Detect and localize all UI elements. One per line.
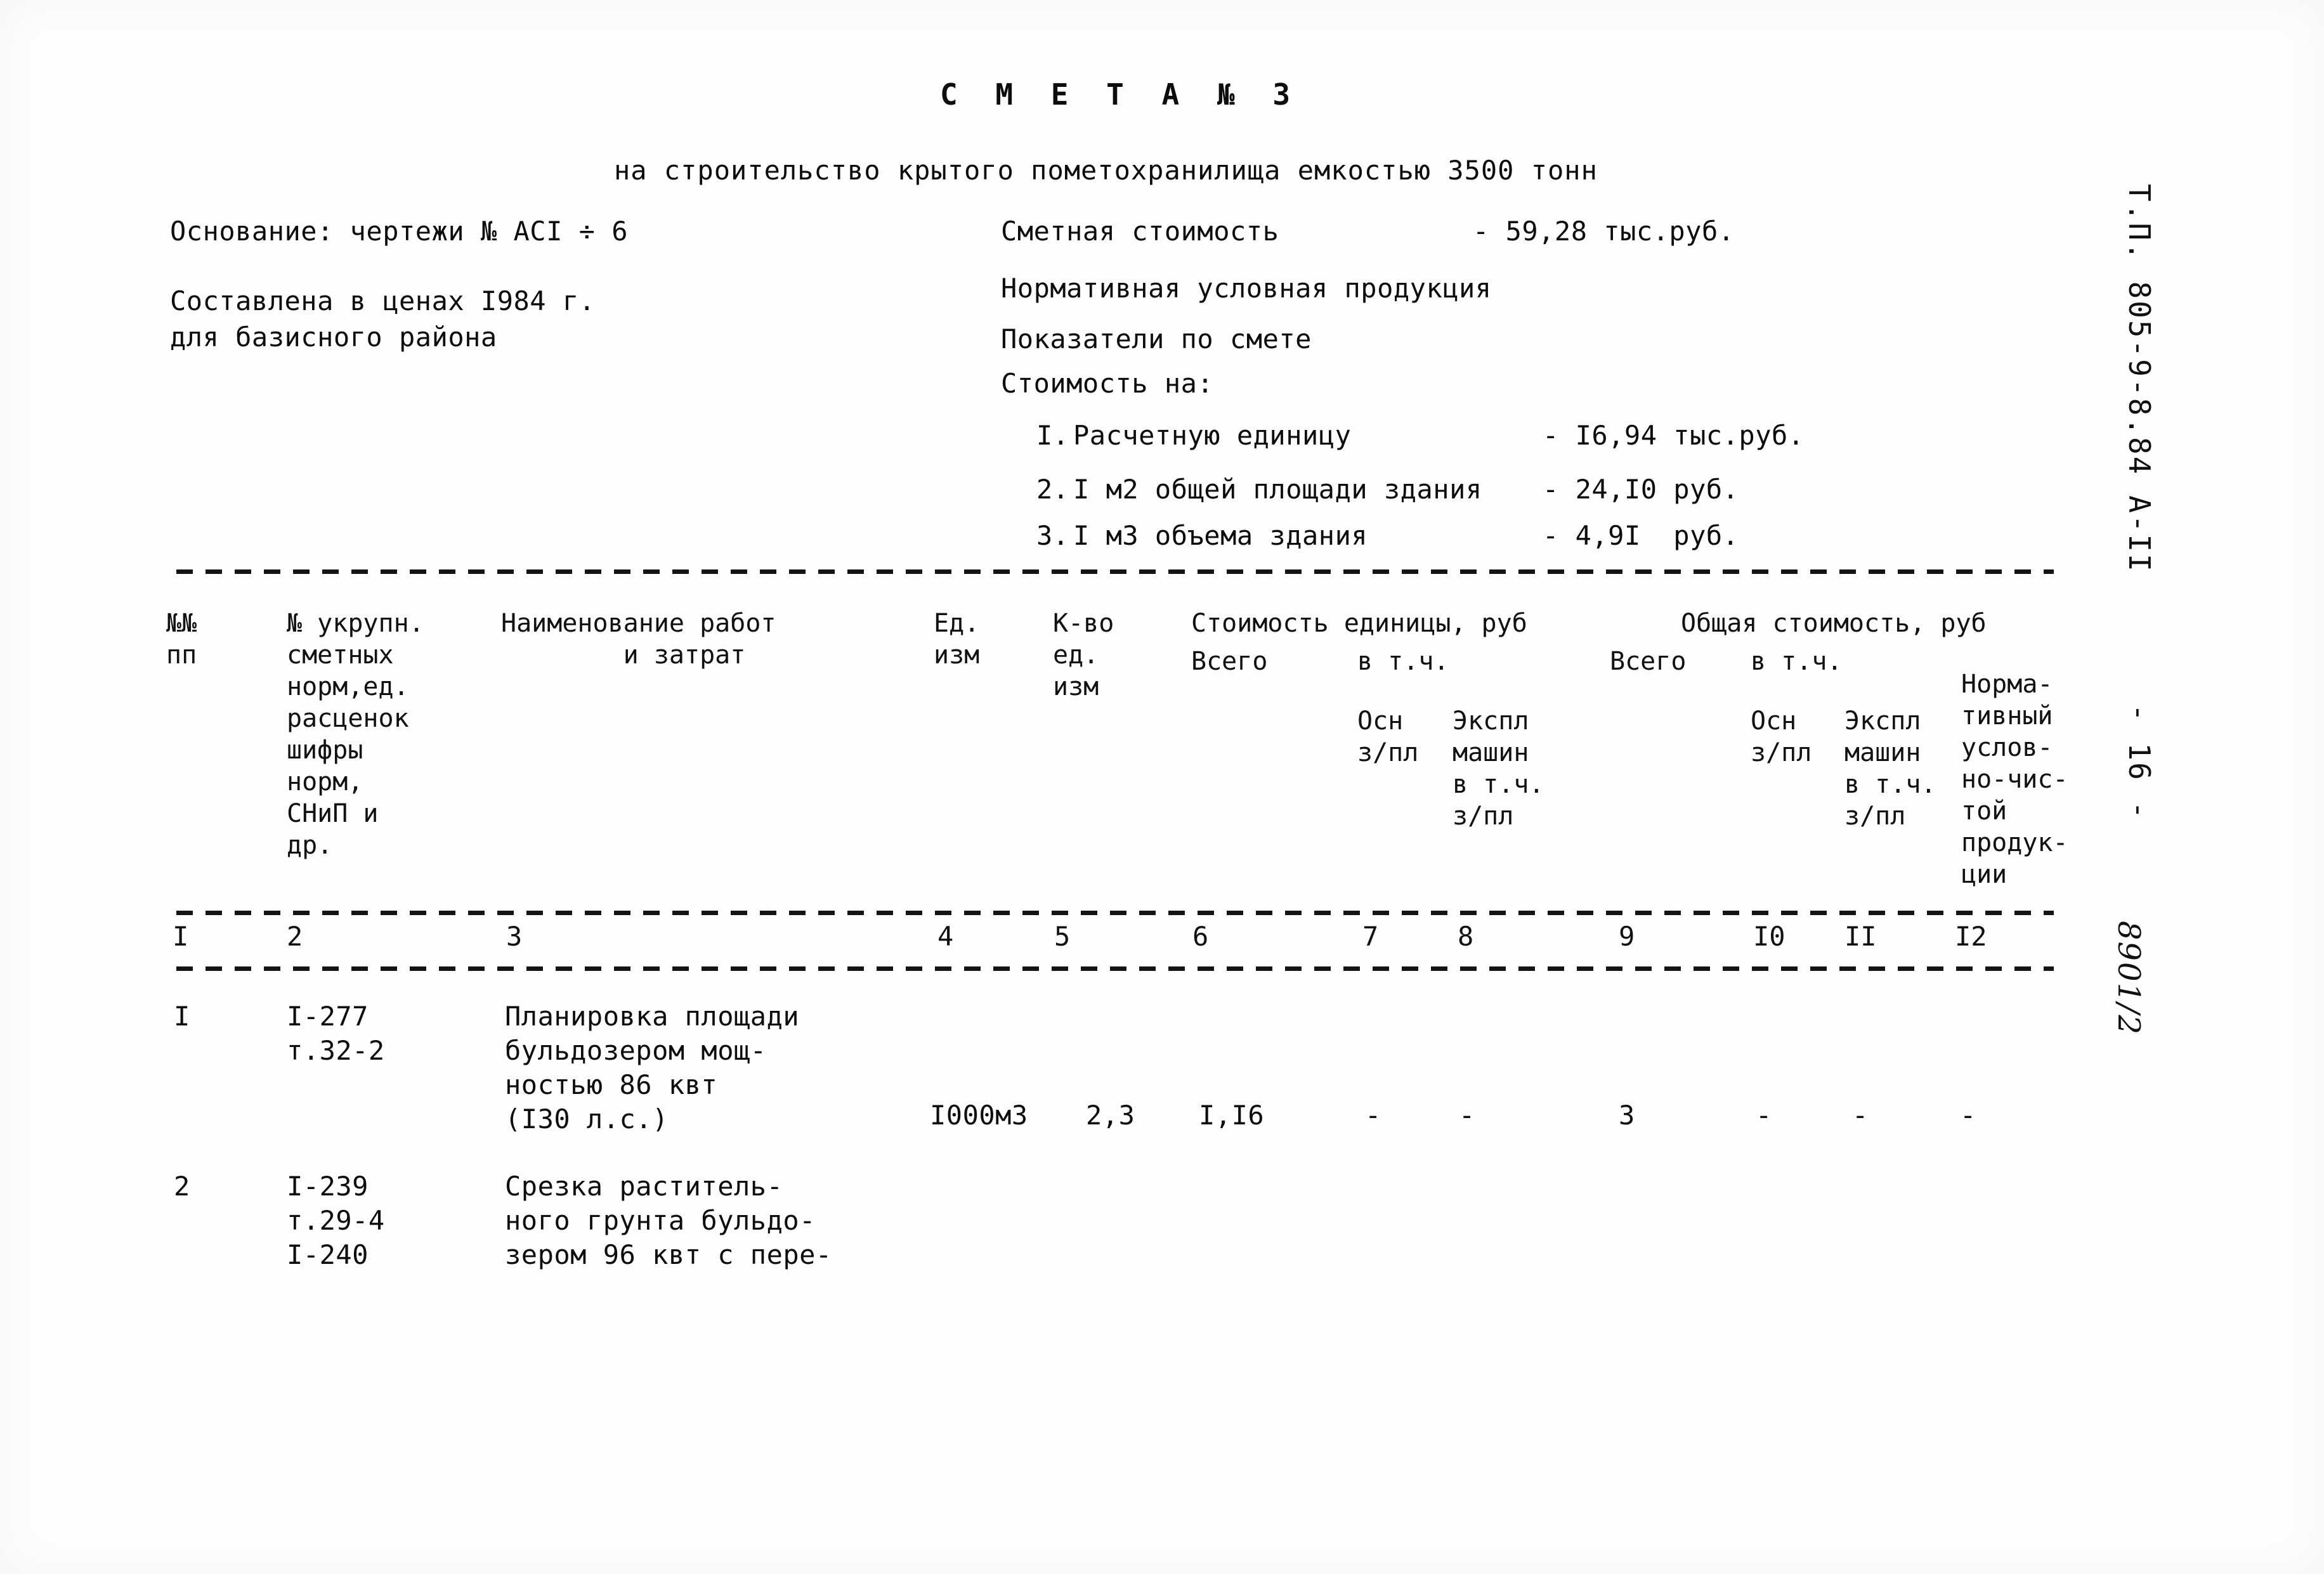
row-1-qty: 2,3 (1086, 1100, 1135, 1131)
indicator-2-no: 2. (1036, 474, 1069, 505)
prices-line-1: Составлена в ценах I984 г. (170, 285, 596, 316)
margin-series-code: Т.П. 805-9-8.84 А-II (2122, 184, 2157, 573)
header-total-vtch: в т.ч. (1751, 647, 1843, 676)
row-1-nchp: - (1960, 1100, 1976, 1131)
column-number-2: 2 (287, 921, 303, 952)
row-1-description: Планировка площади бульдозером мощ- ност… (505, 1001, 800, 1135)
header-col12: Норма- тивный услов- но-чис- той продук-… (1961, 670, 2068, 889)
indicator-1-value: - I6,94 тыс.руб. (1543, 420, 1805, 451)
row-1-norm-code: I-277 т.32-2 (287, 1001, 385, 1066)
header-group-total-cost: Общая стоимость, руб (1681, 609, 1987, 638)
row-1-unit: I000м3 (930, 1100, 1028, 1131)
normative-product-label: Нормативная условная продукция (1001, 273, 1492, 304)
row-1-total-total: 3 (1619, 1100, 1635, 1131)
column-number-12: I2 (1955, 921, 1987, 952)
estimate-cost-label: Сметная стоимость (1001, 216, 1279, 247)
cost-for-label: Стоимость на: (1001, 368, 1214, 399)
document-page: С М Е Т А № 3 на строительство крытого п… (0, 0, 2324, 1574)
row-1-unit-expl: - (1459, 1100, 1475, 1131)
margin-archive-number: 8901/2 (2111, 921, 2146, 1036)
prices-line-2: для базисного района (170, 322, 497, 353)
margin-page-number: - 16 - (2122, 704, 2157, 821)
document-subtitle: на строительство крытого пометохранилища… (614, 155, 1598, 186)
header-col1: №№ пп (166, 609, 197, 670)
row-2-norm-code: I-239 т.29-4 I-240 (287, 1171, 385, 1270)
column-number-7: 7 (1362, 921, 1379, 952)
number-row-bottom-divider (176, 966, 2054, 971)
header-total-osn: Осн з/пл (1751, 706, 1812, 767)
indicator-3-no: 3. (1036, 520, 1069, 551)
row-1-unit-total: I,I6 (1199, 1100, 1265, 1131)
indicator-3-value: - 4,9I руб. (1543, 520, 1739, 551)
indicator-2-label: I м2 общей площади здания (1073, 474, 1482, 505)
page-title: С М Е Т А № 3 (940, 77, 1301, 112)
column-number-8: 8 (1458, 921, 1474, 952)
column-number-11: II (1844, 921, 1877, 952)
header-col5: К-во ед. изм (1053, 609, 1114, 701)
header-col4: Ед. изм (934, 609, 980, 670)
column-number-10: I0 (1753, 921, 1785, 952)
table-top-divider (176, 569, 2054, 574)
row-2-description: Срезка раститель- ного грунта бульдо- зе… (505, 1171, 832, 1270)
indicator-1-no: I. (1036, 420, 1069, 451)
header-col3: Наименование работ и затрат (501, 609, 776, 670)
header-unit-expl: Экспл машин в т.ч. з/пл (1452, 706, 1544, 831)
header-col2: № укрупн. сметных норм,ед. расценок шифр… (287, 609, 424, 860)
row-2-no: 2 (174, 1171, 190, 1202)
column-number-5: 5 (1054, 921, 1071, 952)
estimate-cost-value: - 59,28 тыс.руб. (1473, 216, 1735, 247)
header-total-total: Всего (1610, 647, 1687, 676)
header-group-unit-cost: Стоимость единицы, руб (1191, 609, 1527, 638)
row-1-total-expl: - (1852, 1100, 1869, 1131)
row-1-no: I (174, 1001, 190, 1032)
header-unit-total: Всего (1191, 647, 1268, 676)
header-total-expl: Экспл машин в т.ч. з/пл (1844, 706, 1936, 831)
column-number-1: I (173, 921, 189, 952)
row-1-unit-osn: - (1365, 1100, 1381, 1131)
column-number-6: 6 (1192, 921, 1209, 952)
column-number-4: 4 (937, 921, 954, 952)
column-number-9: 9 (1619, 921, 1635, 952)
indicators-label: Показатели по смете (1001, 323, 1312, 354)
indicator-3-label: I м3 объема здания (1073, 520, 1368, 551)
basis-line: Основание: чертежи № АСI ÷ 6 (170, 216, 629, 247)
number-row-top-divider (176, 911, 2054, 915)
row-1-total-osn: - (1756, 1100, 1772, 1131)
column-number-3: 3 (506, 921, 523, 952)
indicator-1-label: Расчетную единицу (1073, 420, 1352, 451)
header-unit-osn: Осн з/пл (1357, 706, 1419, 767)
indicator-2-value: - 24,I0 руб. (1543, 474, 1739, 505)
header-unit-vtch: в т.ч. (1357, 647, 1449, 676)
